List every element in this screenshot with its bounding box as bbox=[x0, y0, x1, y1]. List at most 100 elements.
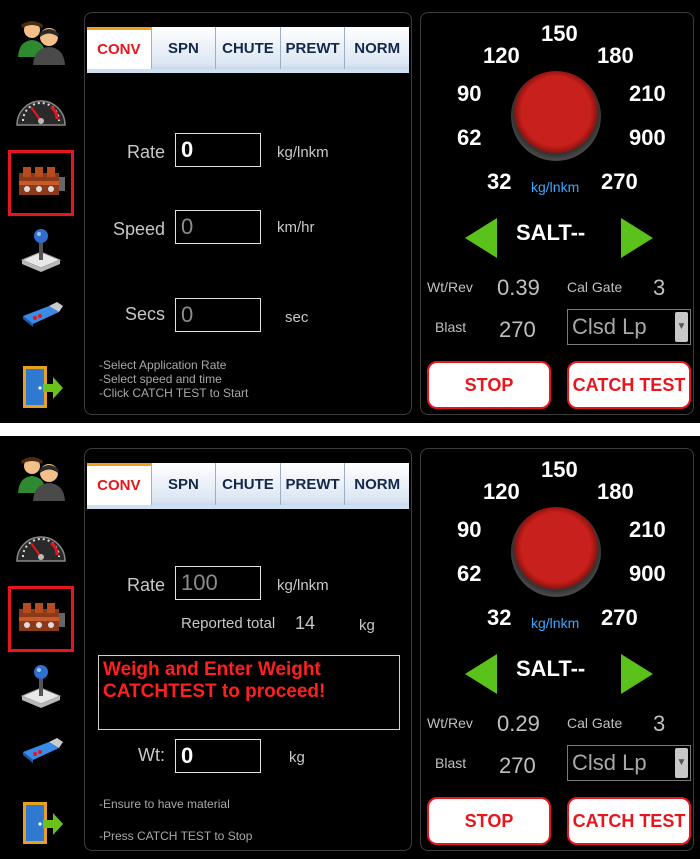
calgate-label: Cal Gate bbox=[567, 279, 623, 295]
next-material-arrow[interactable] bbox=[621, 218, 653, 258]
calgate-value: 3 bbox=[653, 711, 666, 736]
dial-label: 180 bbox=[597, 43, 634, 68]
dial-label: 90 bbox=[457, 517, 482, 542]
material-name: SALT-- bbox=[516, 656, 586, 681]
joystick-button[interactable] bbox=[8, 656, 74, 714]
control-panel: 150 120 180 90 210 62 900 32 270 kg/lnkm… bbox=[420, 12, 694, 415]
wtrev-value: 0.29 bbox=[497, 711, 540, 736]
chevron-down-icon[interactable]: ▼ bbox=[675, 312, 688, 342]
speed-label: Speed bbox=[112, 219, 165, 239]
users-icon bbox=[18, 457, 65, 501]
tab-prewt[interactable]: PREWT bbox=[280, 463, 346, 505]
rate-dial-knob[interactable] bbox=[511, 507, 601, 597]
speed-input[interactable]: 0 bbox=[175, 210, 261, 244]
valve-bank-button[interactable] bbox=[8, 586, 74, 652]
blast-value: 270 bbox=[499, 753, 536, 778]
exit-door-icon bbox=[23, 802, 63, 844]
dial-label: 150 bbox=[541, 457, 578, 482]
wtrev-label: Wt/Rev bbox=[427, 715, 473, 731]
valve-bank-icon bbox=[19, 603, 65, 631]
wtrev-label: Wt/Rev bbox=[427, 279, 473, 295]
tab-chute[interactable]: CHUTE bbox=[216, 27, 281, 69]
catch-test-button[interactable]: CATCH TEST bbox=[567, 797, 691, 845]
tab-norm[interactable]: NORM bbox=[345, 463, 409, 505]
stop-button[interactable]: STOP bbox=[427, 797, 551, 845]
blast-value: 270 bbox=[499, 317, 536, 342]
secs-label: Secs bbox=[124, 304, 165, 324]
dial-label: 180 bbox=[597, 479, 634, 504]
rate-unit: kg/lnkm bbox=[277, 144, 329, 161]
tab-chute[interactable]: CHUTE bbox=[216, 463, 281, 505]
catch-test-weigh-screen: CONV SPN CHUTE PREWT NORM Rate 100 kg/ln… bbox=[0, 436, 700, 859]
dial-label: 210 bbox=[629, 81, 666, 106]
prev-material-arrow[interactable] bbox=[465, 218, 497, 258]
prev-material-arrow[interactable] bbox=[465, 654, 497, 694]
control-mode-select[interactable]: Clsd Lp ▼ bbox=[567, 309, 691, 345]
reported-total-unit: kg bbox=[359, 617, 375, 634]
exit-button[interactable] bbox=[8, 358, 74, 416]
dial-label: 62 bbox=[457, 125, 482, 150]
dial-label: 270 bbox=[601, 169, 638, 194]
screen-separator bbox=[0, 423, 700, 436]
users-button[interactable] bbox=[8, 448, 74, 506]
dial-label: 900 bbox=[629, 125, 666, 150]
status-message: Weigh and Enter Weight CATCHTEST to proc… bbox=[98, 655, 400, 730]
usb-drive-icon bbox=[23, 738, 63, 763]
weight-unit: kg bbox=[289, 749, 305, 766]
usb-drive-button[interactable] bbox=[8, 720, 74, 778]
wtrev-value: 0.39 bbox=[497, 275, 540, 300]
tab-conv[interactable]: CONV bbox=[87, 27, 152, 69]
valve-bank-button[interactable] bbox=[8, 150, 74, 216]
instruction-line: -Click CATCH TEST to Start bbox=[99, 386, 249, 400]
mode-tabs: CONV SPN CHUTE PREWT NORM bbox=[87, 463, 409, 509]
rate-input[interactable]: 100 bbox=[175, 566, 261, 600]
next-material-arrow[interactable] bbox=[621, 654, 653, 694]
dial-unit: kg/lnkm bbox=[531, 615, 580, 631]
users-button[interactable] bbox=[8, 12, 74, 70]
dial-label: 90 bbox=[457, 81, 482, 106]
speedometer-button[interactable] bbox=[8, 78, 74, 136]
instructions: -Select Application Rate -Select speed a… bbox=[99, 358, 248, 400]
joystick-icon bbox=[20, 229, 62, 272]
status-message-line: Weigh and Enter Weight bbox=[103, 659, 321, 680]
rate-input[interactable]: 0 bbox=[175, 133, 261, 167]
application-panel: CONV SPN CHUTE PREWT NORM Rate 0 kg/lnkm… bbox=[84, 12, 412, 415]
tab-spn[interactable]: SPN bbox=[151, 27, 217, 69]
status-message-line: CATCHTEST to proceed! bbox=[103, 681, 326, 702]
speed-unit: km/hr bbox=[277, 219, 315, 236]
tab-norm[interactable]: NORM bbox=[345, 27, 409, 69]
instruction-line: -Select Application Rate bbox=[99, 358, 227, 372]
tab-prewt[interactable]: PREWT bbox=[280, 27, 346, 69]
control-mode-value: Clsd Lp bbox=[572, 750, 647, 775]
stop-button[interactable]: STOP bbox=[427, 361, 551, 409]
weight-label: Wt: bbox=[138, 745, 165, 765]
usb-drive-icon bbox=[23, 302, 63, 327]
dial-label: 32 bbox=[487, 605, 512, 630]
control-mode-select[interactable]: Clsd Lp ▼ bbox=[567, 745, 691, 781]
joystick-icon bbox=[20, 665, 62, 708]
dial-unit: kg/lnkm bbox=[531, 179, 580, 195]
chevron-down-icon[interactable]: ▼ bbox=[675, 748, 688, 778]
catch-test-setup-screen: CONV SPN CHUTE PREWT NORM Rate 0 kg/lnkm… bbox=[0, 0, 700, 423]
dial-label: 62 bbox=[457, 561, 482, 586]
valve-bank-icon bbox=[19, 167, 65, 195]
speedometer-icon bbox=[16, 536, 66, 562]
dial-label: 210 bbox=[629, 517, 666, 542]
material-name: SALT-- bbox=[516, 220, 586, 245]
control-mode-value: Clsd Lp bbox=[572, 314, 647, 339]
secs-input[interactable]: 0 bbox=[175, 298, 261, 332]
speedometer-button[interactable] bbox=[8, 514, 74, 572]
rate-dial-knob[interactable] bbox=[511, 71, 601, 161]
tab-spn[interactable]: SPN bbox=[151, 463, 217, 505]
catch-test-button[interactable]: CATCH TEST bbox=[567, 361, 691, 409]
instruction-line: -Ensure to have material bbox=[99, 797, 230, 811]
secs-unit: sec bbox=[285, 309, 309, 326]
joystick-button[interactable] bbox=[8, 220, 74, 278]
tab-conv[interactable]: CONV bbox=[87, 463, 152, 505]
weight-input[interactable]: 0 bbox=[175, 739, 261, 773]
rate-label: Rate bbox=[126, 142, 165, 162]
instruction-line: -Select speed and time bbox=[99, 372, 222, 386]
speedometer-icon bbox=[16, 100, 66, 126]
usb-drive-button[interactable] bbox=[8, 284, 74, 342]
exit-button[interactable] bbox=[8, 794, 74, 852]
